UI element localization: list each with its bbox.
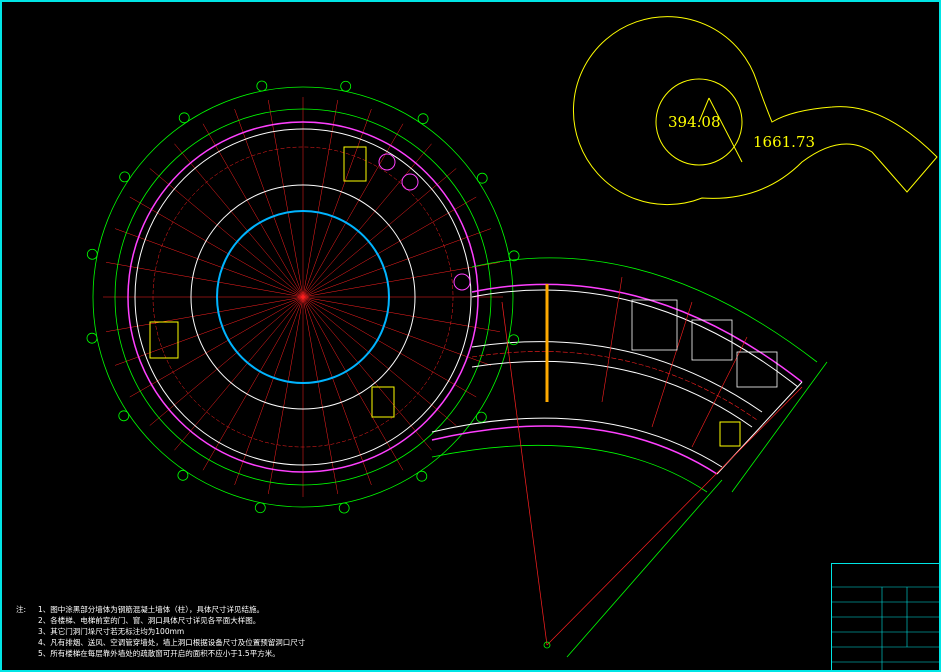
note-row: 4、凡有排烟、送风、空调管穿墙处，墙上洞口根据设备尺寸及位置预留洞口尺寸 bbox=[16, 637, 305, 648]
title-block bbox=[831, 563, 939, 670]
note-number: 2、 bbox=[38, 616, 51, 625]
area-outline-boundary bbox=[572, 16, 938, 206]
toilet-fixture-3 bbox=[453, 273, 471, 291]
sector-line-right bbox=[546, 386, 803, 646]
notes-heading: 注: bbox=[16, 605, 27, 614]
stair-south bbox=[371, 386, 395, 418]
axis-bubble bbox=[338, 502, 350, 514]
radial-axis-line bbox=[129, 196, 304, 298]
radial-axis-line bbox=[302, 228, 492, 298]
radial-axis-line bbox=[302, 296, 404, 471]
sector-dim-line bbox=[566, 479, 723, 658]
wing-inner-dim bbox=[431, 444, 708, 493]
toilet-fixture-2 bbox=[401, 173, 419, 191]
note-text: 凡有排烟、送风、空调管穿墙处，墙上洞口根据设备尺寸及位置预留洞口尺寸 bbox=[50, 638, 306, 647]
note-row: 5、所有楼梯在每层靠外墙处的疏散窗可开启的面积不应小于1.5平方米。 bbox=[16, 648, 305, 659]
axis-bubble bbox=[254, 502, 266, 514]
axis-bubble bbox=[417, 113, 429, 125]
wing-outer-dim bbox=[471, 257, 818, 363]
note-text: 各楼梯、电梯前室的门、窗、洞口具体尺寸详见各平面大样图。 bbox=[50, 616, 261, 625]
area-label-inner: 394.08 bbox=[668, 113, 721, 131]
wing-radial-c bbox=[651, 301, 693, 428]
stairs bbox=[149, 146, 741, 447]
note-number: 1、 bbox=[38, 605, 51, 614]
cad-drawing-canvas[interactable]: 394.08 1661.73 注: 1、图中涂黑部分墙体为钢筋混凝土墙体（柱），具… bbox=[0, 0, 941, 672]
radial-axis-line bbox=[202, 296, 304, 471]
radial-axis-line bbox=[302, 123, 404, 298]
radial-axis-line bbox=[234, 296, 304, 486]
toilet-fixture-1 bbox=[378, 153, 396, 171]
wing-end-dim bbox=[731, 361, 828, 493]
radial-axis-line bbox=[234, 108, 304, 298]
radial-axis-line bbox=[114, 228, 304, 298]
radial-axis-line bbox=[302, 296, 372, 486]
note-number: 5、 bbox=[38, 649, 51, 658]
note-row: 注: 1、图中涂黑部分墙体为钢筋混凝土墙体（柱），具体尺寸详见结施。 bbox=[16, 604, 305, 615]
radial-axis-line bbox=[302, 296, 477, 398]
stair-west bbox=[149, 321, 179, 359]
axis-bubble bbox=[118, 410, 130, 422]
radial-axis-line bbox=[302, 296, 492, 366]
axis-bubble bbox=[177, 469, 189, 481]
axis-bubble bbox=[475, 411, 487, 423]
note-number: 4、 bbox=[38, 638, 51, 647]
area-label-outer: 1661.73 bbox=[753, 133, 816, 151]
axis-bubble bbox=[508, 334, 520, 346]
wing-outer-wall bbox=[471, 283, 803, 383]
note-text: 其它门洞门垛尺寸若无标注均为100mm bbox=[50, 627, 185, 636]
axis-bubble bbox=[86, 332, 98, 344]
general-notes: 注: 1、图中涂黑部分墙体为钢筋混凝土墙体（柱），具体尺寸详见结施。 2、各楼梯、… bbox=[16, 604, 305, 659]
note-text: 所有楼梯在每层靠外墙处的疏散窗可开启的面积不应小于1.5平方米。 bbox=[50, 649, 280, 658]
radial-axis-line bbox=[114, 296, 304, 366]
floor-plan-drawing bbox=[86, 16, 939, 670]
note-text: 图中涂黑部分墙体为钢筋混凝土墙体（柱），具体尺寸详见结施。 bbox=[50, 605, 265, 614]
axis-bubble bbox=[86, 248, 98, 260]
axis-bubble bbox=[416, 470, 428, 482]
wing-room-2 bbox=[691, 319, 733, 361]
radial-axis-line bbox=[302, 108, 372, 298]
radial-axis-line bbox=[302, 196, 477, 298]
wing-inner-wall bbox=[431, 417, 723, 468]
axis-bubble bbox=[508, 250, 520, 262]
note-row: 2、各楼梯、电梯前室的门、窗、洞口具体尺寸详见各平面大样图。 bbox=[16, 615, 305, 626]
axis-bubble bbox=[476, 172, 488, 184]
note-row: 3、其它门洞门垛尺寸若无标注均为100mm bbox=[16, 626, 305, 637]
axis-bubble bbox=[256, 80, 268, 92]
axis-bubble bbox=[340, 80, 352, 92]
stair-east bbox=[719, 421, 741, 447]
axis-bubble bbox=[178, 112, 190, 124]
sector-line-left bbox=[501, 301, 548, 646]
axis-bubble bbox=[119, 171, 131, 183]
radial-axis-line bbox=[129, 296, 304, 398]
note-number: 3、 bbox=[38, 627, 51, 636]
area-outline-diagram bbox=[572, 16, 938, 206]
radial-axis-line bbox=[202, 123, 304, 298]
